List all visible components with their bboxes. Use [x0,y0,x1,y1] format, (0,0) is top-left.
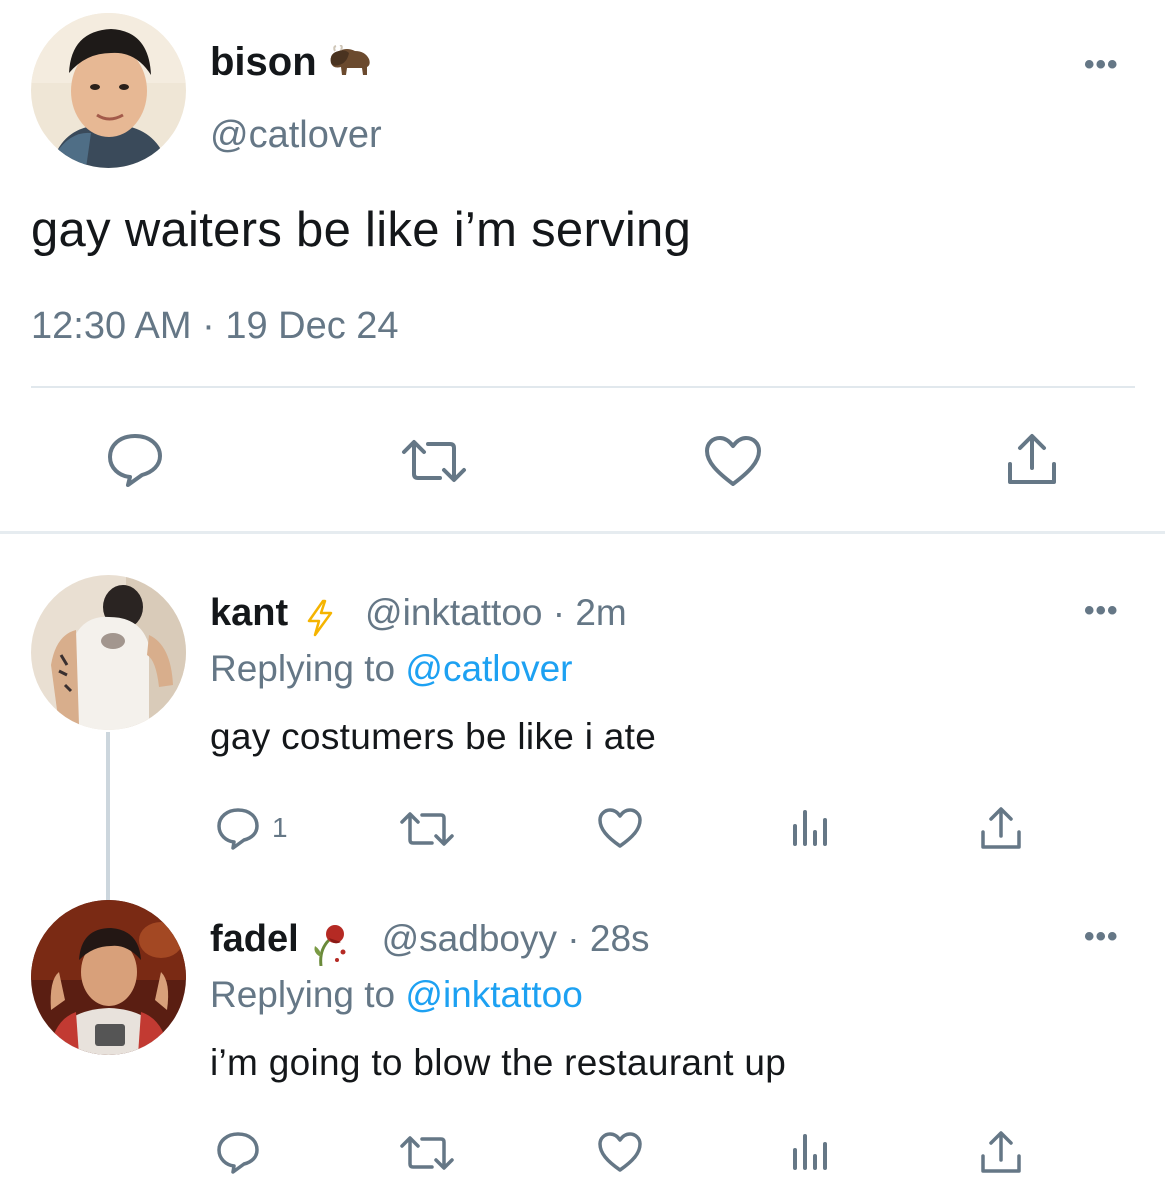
retweet-icon[interactable] [398,810,456,853]
replying-to: Replying to @catlover [210,648,573,690]
retweet-icon[interactable] [400,438,468,489]
replying-to-prefix: Replying to [210,974,406,1015]
replying-to-mention[interactable]: @inktattoo [405,974,582,1015]
main-avatar[interactable] [31,13,186,168]
analytics-icon[interactable] [790,1132,832,1177]
share-icon[interactable] [978,1130,1024,1181]
section-divider [0,531,1165,534]
main-author-handle[interactable]: @catlover [210,114,382,157]
lightning-icon [305,599,335,642]
reply-avatar[interactable] [31,900,186,1055]
share-icon[interactable] [978,806,1024,857]
main-tweet-text: gay waiters be like i’m serving [31,203,692,257]
replying-to-mention[interactable]: @catlover [405,648,572,689]
reply-meta[interactable]: @inktattoo · 2m [365,592,627,633]
retweet-icon[interactable] [398,1134,456,1177]
like-heart-icon[interactable] [596,806,644,855]
bison-icon [327,42,373,87]
reply-author-name[interactable]: kant [210,592,288,634]
thread-connector [106,732,110,900]
replying-to: Replying to @inktattoo [210,974,583,1016]
reply-author-name[interactable]: fadel [210,918,299,960]
main-more-icon[interactable]: ••• [1084,48,1119,82]
reply-text: gay costumers be like i ate [210,716,657,757]
replying-to-prefix: Replying to [210,648,406,689]
reply-text: i’m going to blow the restaurant up [210,1042,787,1083]
reply-meta[interactable]: @sadboyy · 28s [382,918,650,959]
reply-icon[interactable] [215,806,261,857]
wilted-flower-icon [311,922,349,971]
main-tweet-timestamp: 12:30 AM · 19 Dec 24 [31,305,399,347]
analytics-icon[interactable] [790,808,832,853]
reply-header: kant @inktattoo · 2m [210,592,627,642]
divider [31,386,1135,388]
share-icon[interactable] [1004,432,1060,493]
reply-more-icon[interactable]: ••• [1084,920,1119,954]
reply-header: fadel @sadboyy · 28s [210,918,650,971]
reply-icon[interactable] [106,432,164,493]
reply-count: 1 [272,812,288,843]
main-author-name[interactable]: bison [210,40,373,87]
like-heart-icon[interactable] [596,1130,644,1179]
main-author-name-text[interactable]: bison [210,40,317,84]
reply-avatar[interactable] [31,575,186,730]
reply-more-icon[interactable]: ••• [1084,594,1119,628]
like-heart-icon[interactable] [703,434,763,493]
reply-icon[interactable] [215,1130,261,1181]
